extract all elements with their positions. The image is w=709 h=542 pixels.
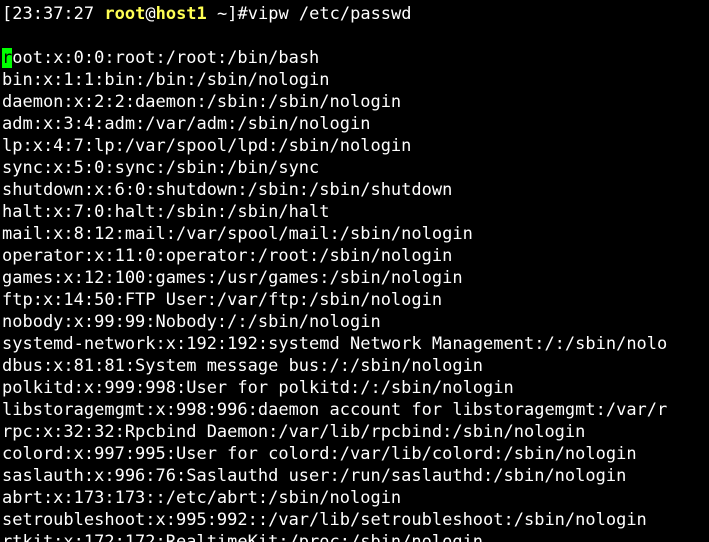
- text-cursor: r: [2, 48, 13, 68]
- editor-line[interactable]: lp:x:4:7:lp:/var/spool/lpd:/sbin/nologin: [2, 135, 667, 157]
- editor-line[interactable]: dbus:x:81:81:System message bus:/:/sbin/…: [2, 355, 667, 377]
- editor-line[interactable]: bin:x:1:1:bin:/bin:/sbin/nologin: [2, 69, 667, 91]
- prompt-host: host1: [155, 4, 207, 24]
- editor-line[interactable]: libstoragemgmt:x:998:996:daemon account …: [2, 399, 667, 421]
- editor-line[interactable]: daemon:x:2:2:daemon:/sbin:/sbin/nologin: [2, 91, 667, 113]
- editor-line[interactable]: adm:x:3:4:adm:/var/adm:/sbin/nologin: [2, 113, 667, 135]
- prompt-path: ~]: [206, 4, 238, 24]
- editor-line[interactable]: sync:x:5:0:sync:/sbin:/bin/sync: [2, 157, 667, 179]
- editor-line-text: oot:x:0:0:root:/root:/bin/bash: [12, 48, 320, 68]
- prompt-at-sign: @: [145, 4, 156, 24]
- editor-line[interactable]: halt:x:7:0:halt:/sbin:/sbin/halt: [2, 201, 667, 223]
- editor-line[interactable]: abrt:x:173:173::/etc/abrt:/sbin/nologin: [2, 487, 667, 509]
- editor-line[interactable]: root:x:0:0:root:/root:/bin/bash: [2, 47, 667, 69]
- prompt-symbol: #: [237, 4, 248, 24]
- editor-line[interactable]: rtkit:x:172:172:RealtimeKit:/proc:/sbin/…: [2, 531, 667, 542]
- editor-line[interactable]: systemd-network:x:192:192:systemd Networ…: [2, 333, 667, 355]
- prompt-user: root: [104, 4, 146, 24]
- editor-line[interactable]: polkitd:x:999:998:User for polkitd:/:/sb…: [2, 377, 667, 399]
- editor-line[interactable]: setroubleshoot:x:995:992::/var/lib/setro…: [2, 509, 667, 531]
- editor-line[interactable]: operator:x:11:0:operator:/root:/sbin/nol…: [2, 245, 667, 267]
- prompt-command: vipw /etc/passwd: [247, 4, 412, 24]
- editor-line[interactable]: shutdown:x:6:0:shutdown:/sbin:/sbin/shut…: [2, 179, 667, 201]
- editor-line[interactable]: ftp:x:14:50:FTP User:/var/ftp:/sbin/nolo…: [2, 289, 667, 311]
- editor-line[interactable]: games:x:12:100:games:/usr/games:/sbin/no…: [2, 267, 667, 289]
- editor-line[interactable]: nobody:x:99:99:Nobody:/:/sbin/nologin: [2, 311, 667, 333]
- editor-line[interactable]: rpc:x:32:32:Rpcbind Daemon:/var/lib/rpcb…: [2, 421, 667, 443]
- prompt-open-bracket: [: [2, 4, 13, 24]
- editor-line[interactable]: mail:x:8:12:mail:/var/spool/mail:/sbin/n…: [2, 223, 667, 245]
- editor-line[interactable]: colord:x:997:995:User for colord:/var/li…: [2, 443, 667, 465]
- editor-line[interactable]: saslauth:x:996:76:Saslauthd user:/run/sa…: [2, 465, 667, 487]
- shell-prompt-line: [23:37:27 root@host1 ~]#vipw /etc/passwd: [2, 3, 412, 25]
- prompt-time: 23:37:27: [12, 4, 95, 24]
- terminal-window[interactable]: [23:37:27 root@host1 ~]#vipw /etc/passwd…: [0, 0, 709, 542]
- editor-buffer[interactable]: root:x:0:0:root:/root:/bin/bash bin:x:1:…: [2, 47, 667, 542]
